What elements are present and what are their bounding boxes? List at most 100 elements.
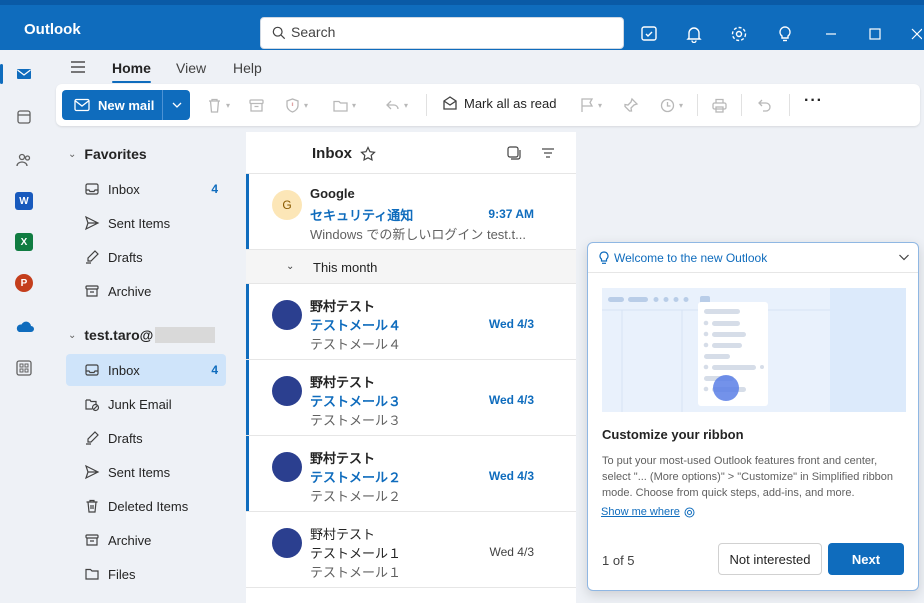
calendar-app-icon[interactable] [10, 103, 38, 131]
folder-label: Junk Email [108, 396, 172, 412]
message-row[interactable]: 野村テスト テストメール２ Wed 4/3 テストメール２ [246, 436, 576, 512]
gear-icon[interactable] [730, 25, 748, 43]
message-sender: 野村テスト [310, 375, 376, 390]
account-item-sent[interactable]: Sent Items [66, 456, 226, 488]
delete-button[interactable]: ▾ [206, 96, 230, 114]
lightbulb-icon[interactable] [776, 25, 794, 43]
onedrive-app-icon[interactable] [10, 312, 38, 340]
title-bar: Outlook [0, 0, 924, 50]
shield-icon [286, 97, 299, 113]
select-icon[interactable] [506, 145, 522, 161]
star-icon[interactable] [360, 145, 376, 162]
new-mail-dropdown[interactable] [162, 90, 190, 120]
new-mail-label: New mail [98, 97, 155, 113]
snooze-button[interactable]: ▾ [659, 96, 683, 114]
show-me-where-link[interactable]: Show me where [601, 506, 695, 518]
message-time: Wed 4/3 [489, 545, 534, 559]
avatar [272, 452, 302, 482]
excel-app-icon[interactable]: X [10, 228, 38, 256]
filter-icon[interactable] [540, 145, 556, 161]
mail-app-icon[interactable] [0, 60, 38, 88]
callout-counter: 1 of 5 [602, 553, 635, 568]
message-row[interactable]: 野村テスト テストメール１ Wed 4/3 テストメール１ [246, 512, 576, 588]
folder-label: Sent Items [108, 464, 171, 480]
app-name[interactable]: Outlook [24, 21, 81, 38]
message-preview: Windows での新しいログイン test.t... [310, 227, 526, 242]
account-header[interactable]: ⌄ test.taro@ [68, 327, 216, 343]
message-subject: テストメール１ [310, 546, 402, 561]
message-preview: テストメール１ [310, 565, 402, 580]
target-icon [684, 507, 695, 517]
avatar [272, 376, 302, 406]
favorites-item-archive[interactable]: Archive [66, 275, 226, 307]
pin-button[interactable] [622, 96, 639, 114]
envelope-open-icon [443, 96, 457, 110]
mark-all-read-button[interactable]: Mark all as read [442, 95, 556, 111]
word-app-icon[interactable]: W [10, 187, 38, 215]
next-button[interactable]: Next [828, 543, 904, 575]
not-interested-button[interactable]: Not interested [718, 543, 822, 575]
new-mail-main[interactable]: New mail [62, 90, 162, 120]
folder-icon [85, 568, 99, 580]
search-box[interactable] [260, 17, 624, 49]
mail-icon [74, 98, 90, 112]
callout-body: To put your most-used Outlook features f… [602, 455, 894, 499]
message-row[interactable]: 野村テスト テストメール３ Wed 4/3 テストメール３ [246, 360, 576, 436]
minimize-icon[interactable] [822, 25, 840, 43]
tab-help[interactable]: Help [233, 60, 262, 76]
more-apps-icon[interactable] [10, 354, 38, 382]
new-mail-button[interactable]: New mail [62, 90, 190, 120]
favorites-item-sent[interactable]: Sent Items [66, 207, 226, 239]
account-item-files[interactable]: Files [66, 558, 226, 590]
undo-button[interactable] [756, 96, 773, 114]
message-preview: テストメール２ [310, 489, 402, 504]
people-app-icon[interactable] [10, 146, 38, 174]
favorites-item-inbox[interactable]: Inbox 4 [66, 173, 226, 205]
search-input[interactable] [291, 24, 591, 40]
account-item-drafts[interactable]: Drafts [66, 422, 226, 454]
message-list: Inbox G Google セキュリティ通知 9:37 AM Windows … [246, 132, 576, 603]
callout-header[interactable]: Welcome to the new Outlook [588, 243, 918, 273]
account-label: test.taro@ [84, 327, 154, 343]
callout-title: Welcome to the new Outlook [614, 251, 768, 265]
maximize-icon[interactable] [866, 25, 884, 43]
move-to-button[interactable]: ▾ [332, 96, 356, 114]
chevron-down-icon [172, 102, 181, 108]
favorites-item-drafts[interactable]: Drafts [66, 241, 226, 273]
printer-icon [712, 98, 727, 113]
print-button[interactable] [711, 96, 728, 114]
account-item-junk[interactable]: Junk Email [66, 388, 226, 420]
avatar [272, 528, 302, 558]
welcome-callout: Welcome to the new Outlook Customize you… [587, 242, 919, 591]
folder-label: Sent Items [108, 215, 171, 231]
powerpoint-app-icon[interactable]: P [10, 269, 38, 297]
inbox-icon [85, 183, 99, 195]
folder-label: Deleted Items [108, 498, 189, 514]
junk-icon [85, 399, 100, 412]
close-icon[interactable] [908, 25, 923, 43]
archive-icon [249, 98, 264, 112]
account-item-archive[interactable]: Archive [66, 524, 226, 556]
message-row[interactable]: 野村テスト テストメール４ Wed 4/3 テストメール４ [246, 284, 576, 360]
ribbon-illustration [602, 288, 906, 412]
tab-view[interactable]: View [176, 60, 206, 76]
report-button[interactable]: ▾ [284, 96, 308, 114]
archive-button[interactable] [248, 96, 265, 114]
hamburger-menu-icon[interactable] [70, 60, 86, 74]
message-subject: テストメール４ [310, 318, 402, 333]
tab-home[interactable]: Home [112, 60, 151, 83]
message-row[interactable]: G Google セキュリティ通知 9:37 AM Windows での新しいロ… [246, 174, 576, 250]
more-options-button[interactable]: ··· [804, 92, 823, 110]
message-time: Wed 4/3 [488, 469, 534, 483]
reply-button[interactable]: ▾ [384, 96, 408, 114]
bell-icon[interactable] [685, 25, 703, 44]
favorites-header[interactable]: ⌄ Favorites [68, 146, 147, 162]
my-day-icon[interactable] [640, 25, 658, 43]
chevron-down-icon[interactable] [898, 251, 910, 263]
date-group-header[interactable]: ⌄ This month [246, 250, 576, 284]
flag-button[interactable]: ▾ [578, 96, 602, 114]
account-item-deleted[interactable]: Deleted Items [66, 490, 226, 522]
account-item-inbox[interactable]: Inbox 4 [66, 354, 226, 386]
drafts-icon [86, 431, 99, 445]
message-sender: 野村テスト [310, 451, 376, 466]
